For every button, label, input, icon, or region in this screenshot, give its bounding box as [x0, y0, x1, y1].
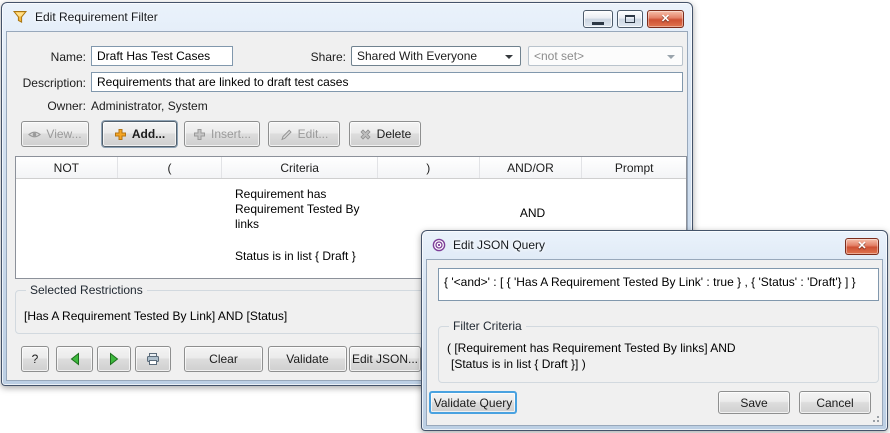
edit-button[interactable]: Edit...: [268, 121, 340, 147]
name-input[interactable]: Draft Has Test Cases: [91, 46, 233, 66]
chevron-down-icon: [505, 55, 513, 59]
close-icon: ✕: [857, 241, 866, 252]
column-header-open-paren[interactable]: (: [118, 157, 223, 178]
target-rings-icon: [432, 238, 446, 252]
edit-json-button[interactable]: Edit JSON...: [349, 346, 421, 372]
edit-json-query-window: Edit JSON Query ✕ { '<and>' : [ { 'Has A…: [421, 230, 888, 431]
description-label: Description:: [7, 76, 86, 90]
selected-restrictions-value: [Has A Requirement Tested By Link] AND […: [24, 309, 287, 323]
cancel-button-label: Cancel: [816, 396, 853, 410]
chevron-down-icon: [667, 55, 675, 59]
close-button[interactable]: ✕: [845, 238, 879, 255]
help-button[interactable]: ?: [21, 346, 49, 372]
title-bar[interactable]: Edit JSON Query ✕: [422, 231, 887, 259]
filter-criteria-line2: [Status is in list { Draft }] ): [451, 357, 586, 371]
delete-button[interactable]: Delete: [349, 121, 421, 147]
insert-button[interactable]: Insert...: [184, 121, 260, 147]
save-button[interactable]: Save: [718, 391, 790, 414]
window-title: Edit Requirement Filter: [35, 10, 158, 24]
desktop: Edit Requirement Filter ✕ Name: Draft Ha…: [0, 0, 890, 433]
column-header-andor[interactable]: AND/OR: [480, 157, 583, 178]
table-row-criteria[interactable]: Status is in list { Draft }: [235, 249, 405, 264]
add-button-label: Add...: [132, 127, 165, 141]
json-dialog-body: { '<and>' : [ { 'Has A Requirement Teste…: [426, 259, 883, 426]
criteria-grid-header: NOT ( Criteria ) AND/OR Prompt: [16, 157, 686, 179]
json-query-input[interactable]: { '<and>' : [ { 'Has A Requirement Teste…: [438, 268, 879, 301]
share-selected-value: Shared With Everyone: [357, 49, 477, 63]
clear-button[interactable]: Clear: [184, 346, 263, 372]
share-label: Share:: [267, 50, 346, 64]
delete-button-label: Delete: [377, 127, 412, 141]
owner-label: Owner:: [7, 99, 86, 113]
owner-value: Administrator, System: [91, 99, 208, 113]
validate-query-button-label: Validate Query: [434, 396, 513, 410]
column-header-criteria[interactable]: Criteria: [222, 157, 378, 178]
validate-button-label: Validate: [286, 352, 328, 366]
view-button-label: View...: [46, 127, 81, 141]
previous-button[interactable]: [56, 346, 93, 372]
minimize-icon: [592, 22, 604, 25]
next-button[interactable]: [97, 346, 131, 372]
table-row-andor[interactable]: AND: [481, 206, 584, 221]
maximize-icon: [625, 15, 635, 23]
view-button[interactable]: View...: [21, 121, 89, 147]
help-icon: ?: [32, 352, 39, 366]
validate-query-button[interactable]: Validate Query: [429, 391, 517, 414]
share-select[interactable]: Shared With Everyone: [351, 46, 521, 66]
filter-criteria-group: Filter Criteria ( [Requirement has Requi…: [438, 326, 879, 383]
filter-criteria-line1: ( [Requirement has Requirement Tested By…: [447, 341, 736, 355]
window-title: Edit JSON Query: [453, 238, 545, 252]
edit-button-label: Edit...: [298, 127, 329, 141]
print-button[interactable]: [135, 346, 171, 372]
pencil-icon: [280, 128, 293, 141]
edit-json-button-label: Edit JSON...: [352, 352, 418, 366]
close-icon: ✕: [661, 14, 670, 25]
share-target-select[interactable]: <not set>: [528, 46, 683, 66]
minimize-button[interactable]: [583, 10, 613, 28]
filter-funnel-icon: [12, 9, 28, 25]
x-gray-icon: [359, 128, 372, 141]
column-header-close-paren[interactable]: ): [378, 157, 480, 178]
arrow-left-green-icon: [68, 352, 82, 366]
arrow-right-green-icon: [107, 352, 121, 366]
maximize-button[interactable]: [617, 10, 643, 28]
column-header-prompt[interactable]: Prompt: [582, 157, 686, 178]
validate-button[interactable]: Validate: [268, 346, 347, 372]
selected-restrictions-label: Selected Restrictions: [26, 283, 147, 297]
resize-grip[interactable]: [869, 412, 879, 422]
save-button-label: Save: [740, 396, 767, 410]
add-button[interactable]: Add...: [102, 121, 177, 147]
clear-button-label: Clear: [209, 352, 238, 366]
eye-icon: [28, 128, 41, 141]
insert-button-label: Insert...: [211, 127, 251, 141]
filter-criteria-label: Filter Criteria: [449, 319, 526, 333]
description-input[interactable]: Requirements that are linked to draft te…: [91, 72, 683, 92]
plus-gold-icon: [114, 128, 127, 141]
cancel-button[interactable]: Cancel: [799, 391, 871, 414]
table-row-criteria[interactable]: Requirement has Requirement Tested By li…: [235, 187, 375, 232]
plus-gray-icon: [193, 128, 206, 141]
printer-icon: [146, 352, 160, 366]
column-header-not[interactable]: NOT: [16, 157, 118, 178]
name-label: Name:: [7, 50, 86, 64]
close-button[interactable]: ✕: [647, 10, 684, 28]
share-target-selected-value: <not set>: [534, 49, 584, 63]
title-bar[interactable]: Edit Requirement Filter ✕: [2, 3, 692, 31]
